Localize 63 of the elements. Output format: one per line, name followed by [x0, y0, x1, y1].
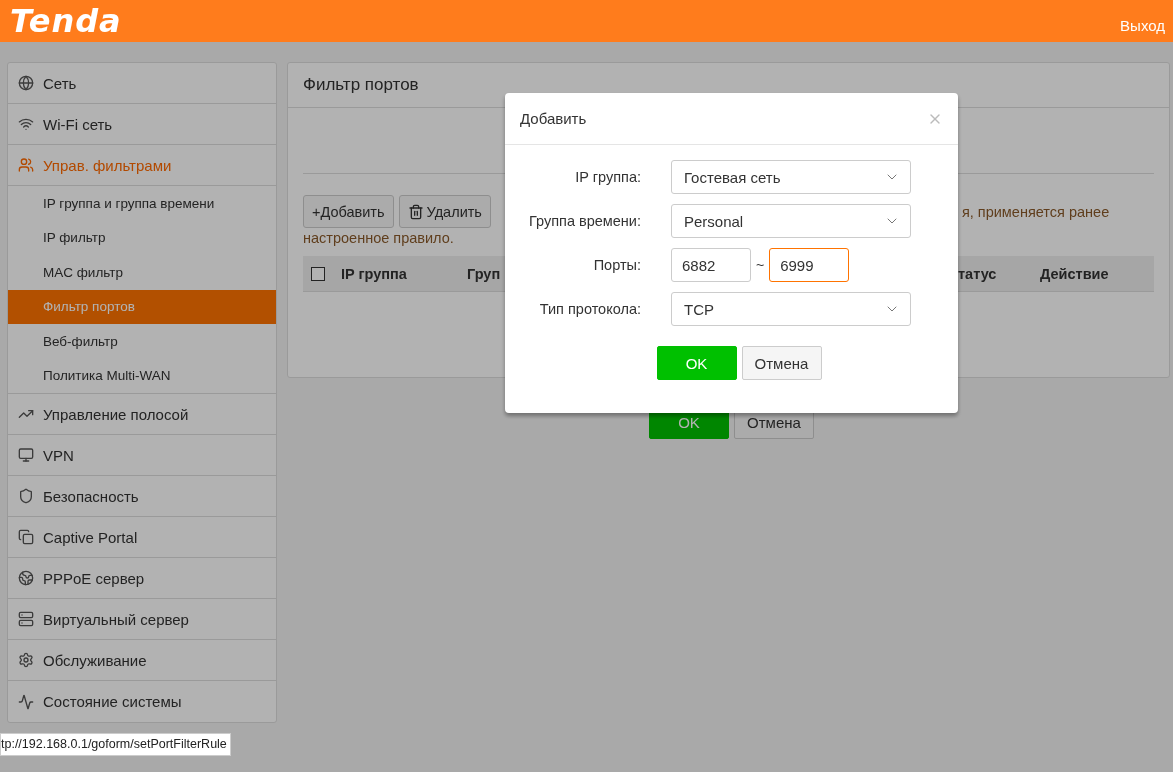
- globe-icon: [18, 570, 34, 586]
- globe-icon: [18, 75, 34, 91]
- copy-icon: [18, 529, 34, 545]
- sidebar-item[interactable]: Сеть: [8, 63, 276, 104]
- dialog-title: Добавить: [520, 110, 587, 127]
- sidebar-subitem[interactable]: Веб-фильтр: [8, 324, 276, 359]
- port-input[interactable]: 6882: [671, 248, 751, 282]
- sidebar-item-label: PPPoE сервер: [43, 569, 145, 587]
- select-field[interactable]: Гостевая сеть: [671, 160, 911, 194]
- select-field[interactable]: Personal: [671, 204, 911, 238]
- wifi-icon: [18, 116, 34, 132]
- sidebar-item[interactable]: Состояние системы: [8, 681, 276, 722]
- sidebar-subitem[interactable]: IP фильтр: [8, 220, 276, 255]
- delete-button[interactable]: Удалить: [398, 195, 491, 228]
- sidebar-item-label: Обслуживание: [43, 651, 147, 669]
- trash-icon: [407, 203, 424, 220]
- select-value: TCP: [684, 300, 714, 318]
- sidebar-item[interactable]: Captive Portal: [8, 517, 276, 558]
- sidebar-item-label: Виртуальный сервер: [43, 610, 189, 628]
- range-separator: ~: [756, 257, 765, 273]
- sidebar-item-label: Wi-Fi сеть: [43, 115, 113, 133]
- column-header: Действие: [1040, 265, 1109, 282]
- field-label: Порты:: [592, 257, 641, 273]
- gear-icon: [18, 652, 34, 668]
- sidebar-item-label: Безопасность: [43, 487, 139, 505]
- sidebar-subitem[interactable]: Политика Multi-WAN: [8, 358, 276, 393]
- status-url: tp://192.168.0.1/goform/setPortFilterRule: [0, 733, 231, 756]
- field-label: Тип протокола:: [538, 301, 641, 317]
- logo: Tenda: [10, 2, 122, 40]
- sidebar-item-label: Управ. фильтрами: [43, 156, 172, 174]
- select-all-checkbox[interactable]: [311, 266, 325, 281]
- column-header: IP группа: [341, 265, 407, 282]
- cancel-button[interactable]: Отмена: [741, 346, 822, 380]
- sidebar-item-label: Состояние системы: [43, 693, 182, 710]
- field-label: Группа времени:: [528, 213, 641, 229]
- field-label: IP группа:: [574, 169, 641, 185]
- add-button[interactable]: +Добавить: [303, 195, 394, 228]
- port-input[interactable]: 6999: [769, 248, 850, 282]
- sidebar-item[interactable]: Обслуживание: [8, 640, 276, 681]
- sidebar-item[interactable]: Безопасность: [8, 476, 276, 517]
- shield-icon: [18, 488, 34, 504]
- select-field[interactable]: TCP: [671, 292, 911, 326]
- notice-text: я, применяется ранее: [961, 203, 1110, 220]
- sidebar-item[interactable]: VPN: [8, 435, 276, 476]
- pulse-icon: [18, 693, 34, 710]
- sidebar-item-label: Сеть: [43, 74, 77, 92]
- sidebar-subitem[interactable]: MAC фильтр: [8, 255, 276, 290]
- users-icon: [18, 157, 34, 173]
- sidebar-item[interactable]: Виртуальный сервер: [8, 599, 276, 640]
- server-icon: [18, 611, 34, 627]
- sidebar-item[interactable]: Wi-Fi сеть: [8, 104, 276, 145]
- monitor-icon: [18, 447, 34, 463]
- sidebar-item-label: VPN: [43, 446, 74, 464]
- column-header: татус: [958, 265, 997, 282]
- select-value: Personal: [684, 212, 744, 230]
- sidebar-item[interactable]: Управление полосой: [8, 394, 276, 435]
- sidebar-item[interactable]: PPPoE сервер: [8, 558, 276, 599]
- sidebar-item-label: Управление полосой: [43, 405, 189, 423]
- select-value: Гостевая сеть: [684, 168, 781, 186]
- column-header: Груп: [467, 265, 501, 282]
- notice-text: настроенное правило.: [303, 230, 455, 246]
- sidebar-subitem[interactable]: IP группа и группа времени: [8, 186, 276, 221]
- sidebar-item-label: Captive Portal: [43, 528, 138, 546]
